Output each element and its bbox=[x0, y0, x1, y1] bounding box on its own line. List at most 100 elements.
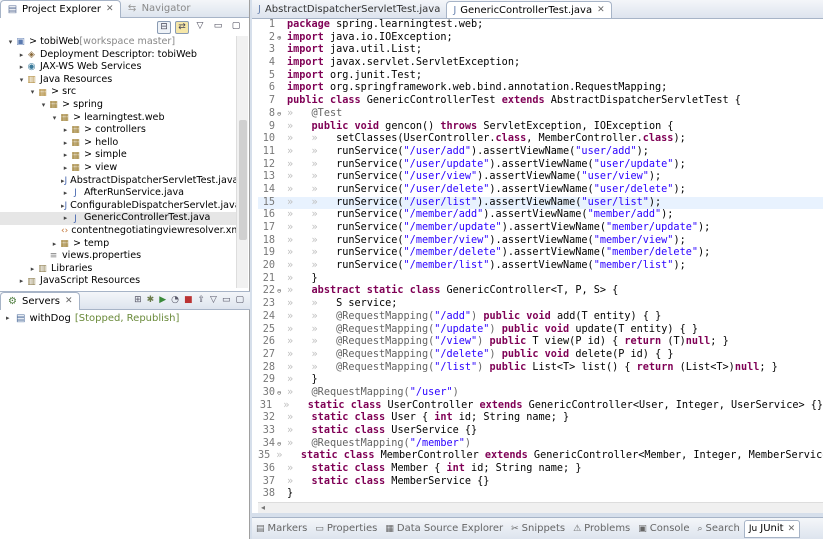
code-line[interactable]: 25 » » @RequestMapping("/update") public … bbox=[258, 324, 823, 337]
tree-item[interactable]: ▾ ▥ Java Resources bbox=[0, 74, 236, 87]
code-line[interactable]: 18 » » runService("/member/view").assertV… bbox=[258, 235, 823, 248]
tree-item[interactable]: ▸ J GenericControllerTest.java bbox=[0, 212, 236, 225]
collapse-arrow-icon[interactable]: ▾ bbox=[6, 36, 15, 49]
bottom-tab-search[interactable]: ⌕ Search bbox=[693, 523, 743, 534]
code-line[interactable]: 38} bbox=[258, 488, 823, 501]
code-line[interactable]: 11 » » runService("/user/add").assertView… bbox=[258, 146, 823, 159]
code-line[interactable]: 24 » » @RequestMapping("/add") public voi… bbox=[258, 311, 823, 324]
new-server-icon[interactable]: ⊞ bbox=[134, 295, 142, 305]
tree-item[interactable]: ▸ ▦ > controllers bbox=[0, 124, 236, 137]
code-line[interactable]: 14 » » runService("/user/delete").assertV… bbox=[258, 184, 823, 197]
tree-item[interactable]: ▸ J AbstractDispatcherServletTest.java bbox=[0, 175, 238, 188]
expand-arrow-icon[interactable]: ▸ bbox=[61, 149, 70, 162]
code-line[interactable]: 16 » » runService("/member/add").assertVi… bbox=[258, 209, 823, 222]
bottom-tab-data-source-explorer[interactable]: ▦ Data Source Explorer bbox=[381, 523, 507, 534]
tree-item[interactable]: ▸ ▥ JavaScript Resources bbox=[0, 275, 236, 288]
horizontal-scrollbar[interactable]: ◂ bbox=[258, 502, 823, 513]
scrollbar-thumb[interactable] bbox=[239, 120, 247, 240]
debug-icon[interactable]: ✱ bbox=[147, 295, 155, 305]
collapse-arrow-icon[interactable]: ▾ bbox=[17, 74, 26, 87]
code-line[interactable]: 33 » static class UserService {} bbox=[258, 425, 823, 438]
bottom-tab-markers[interactable]: ▤ Markers bbox=[252, 523, 311, 534]
collapse-arrow-icon[interactable]: ▾ bbox=[28, 86, 37, 99]
code-line[interactable]: 23 » » S service; bbox=[258, 298, 823, 311]
tree-item[interactable]: ▸ ◉ JAX-WS Web Services bbox=[0, 61, 236, 74]
code-line[interactable]: 12 » » runService("/user/update").assertV… bbox=[258, 159, 823, 172]
expand-arrow-icon[interactable]: ▸ bbox=[61, 137, 70, 150]
bottom-tab-problems[interactable]: ⚠ Problems bbox=[569, 523, 634, 534]
code-line[interactable]: 17 » » runService("/member/update").asser… bbox=[258, 222, 823, 235]
maximize-icon[interactable]: ▢ bbox=[235, 295, 244, 305]
tree-item[interactable]: ≡ views.properties bbox=[0, 250, 236, 263]
tree-item[interactable]: ▾ ▦ > spring bbox=[0, 99, 236, 112]
code-line[interactable]: 10 » » setClasses(UserController.class, M… bbox=[258, 133, 823, 146]
code-line[interactable]: 30 ⊖» @RequestMapping("/user") bbox=[258, 387, 823, 400]
minimize-icon[interactable]: ▭ bbox=[222, 295, 231, 305]
tree-scrollbar[interactable] bbox=[236, 36, 248, 288]
scroll-left-icon[interactable]: ◂ bbox=[261, 503, 265, 512]
expand-arrow-icon[interactable]: ▸ bbox=[50, 238, 59, 251]
code-line[interactable]: 5 import org.junit.Test; bbox=[258, 70, 823, 83]
code-line[interactable]: 32 » static class User { int id; String n… bbox=[258, 412, 823, 425]
publish-icon[interactable]: ⇪ bbox=[198, 295, 206, 305]
expand-arrow-icon[interactable]: ▸ bbox=[61, 187, 70, 200]
code-line[interactable]: 2 ⊕ import java.io.IOException; bbox=[258, 32, 823, 45]
tree-item[interactable]: ▾ ▦ > learningtest.web bbox=[0, 112, 236, 125]
close-icon[interactable]: ✕ bbox=[65, 296, 73, 306]
code-line[interactable]: 8 ⊖» @Test bbox=[258, 108, 823, 121]
bottom-tab-properties[interactable]: ▭ Properties bbox=[311, 523, 381, 534]
bottom-tab-junit[interactable]: Ju JUnit ✕ bbox=[743, 519, 801, 538]
tree-item[interactable]: ▸ ▥ Libraries bbox=[0, 263, 236, 276]
code-line[interactable]: 9 » public void gencon() throws ServletEx… bbox=[258, 121, 823, 134]
code-line[interactable]: 29 » } bbox=[258, 374, 823, 387]
expand-arrow-icon[interactable]: ▸ bbox=[61, 212, 70, 225]
code-editor[interactable]: 1 package spring.learningtest.web; 2 ⊕ impor… bbox=[258, 19, 823, 501]
close-icon[interactable]: ✕ bbox=[788, 524, 796, 534]
tree-item[interactable]: ▸ ▦ > simple bbox=[0, 149, 236, 162]
expand-arrow-icon[interactable]: ▸ bbox=[61, 162, 70, 175]
code-line[interactable]: 28 » » @RequestMapping("/list") public Li… bbox=[258, 362, 823, 375]
collapse-all-icon[interactable]: ⊟ bbox=[157, 20, 171, 34]
code-line[interactable]: 20 » » runService("/member/list").assertV… bbox=[258, 260, 823, 273]
code-line[interactable]: 15 » » runService("/user/list").assertVie… bbox=[258, 196, 823, 210]
code-line[interactable]: 27 » » @RequestMapping("/delete") public … bbox=[258, 349, 823, 362]
close-icon[interactable]: ✕ bbox=[597, 5, 605, 15]
bottom-tab-console[interactable]: ▣ Console bbox=[634, 523, 693, 534]
tree-item[interactable]: ▸ ◈ Deployment Descriptor: tobiWeb bbox=[0, 49, 236, 62]
tree-item[interactable]: ▾ ▣ > tobiWeb [workspace master] bbox=[0, 36, 236, 49]
tab-project-explorer[interactable]: ▤ Project Explorer ✕ bbox=[0, 0, 121, 18]
view-menu-icon[interactable]: ▽ bbox=[193, 21, 207, 34]
tree-item[interactable]: ▸ J ConfigurableDispatcherServlet.java bbox=[0, 200, 241, 213]
expand-arrow-icon[interactable]: ▸ bbox=[28, 263, 37, 276]
code-line[interactable]: 34 ⊖» @RequestMapping("/member") bbox=[258, 438, 823, 451]
expand-arrow-icon[interactable]: ▸ bbox=[61, 124, 70, 137]
code-line[interactable]: 35 » static class MemberController extend… bbox=[258, 450, 823, 463]
tab-servers[interactable]: ⚙ Servers ✕ bbox=[0, 291, 80, 310]
tab-navigator[interactable]: ⇆ Navigator bbox=[121, 0, 197, 18]
tree-item[interactable]: ▸ J AfterRunService.java bbox=[0, 187, 236, 200]
editor-tab-abstractdispatcher[interactable]: J AbstractDispatcherServletTest.java bbox=[252, 1, 446, 18]
code-line[interactable]: 3 import java.util.List; bbox=[258, 44, 823, 57]
expand-arrow-icon[interactable]: ▸ bbox=[17, 61, 26, 74]
expand-icon[interactable]: ▸ bbox=[6, 314, 16, 322]
editor-tab-genericcontrollertest[interactable]: J GenericControllerTest.java ✕ bbox=[446, 1, 612, 18]
code-line[interactable]: 31 » static class UserController extends … bbox=[258, 400, 823, 413]
code-line[interactable]: 6 import org.springframework.web.bind.ann… bbox=[258, 82, 823, 95]
code-line[interactable]: 21 » } bbox=[258, 273, 823, 286]
start-icon[interactable]: ▶ bbox=[159, 295, 166, 305]
collapse-arrow-icon[interactable]: ▾ bbox=[50, 112, 59, 125]
code-line[interactable]: 19 » » runService("/member/delete").asser… bbox=[258, 247, 823, 260]
profile-icon[interactable]: ◔ bbox=[171, 295, 179, 305]
code-line[interactable]: 13 » » runService("/user/view").assertVie… bbox=[258, 171, 823, 184]
tree-item[interactable]: ▸ ▦ > view bbox=[0, 162, 236, 175]
tree-item[interactable]: ▸ ▦ > temp bbox=[0, 238, 236, 251]
minimize-icon[interactable]: ▭ bbox=[211, 21, 225, 34]
link-editor-icon[interactable]: ⇄ bbox=[175, 20, 189, 34]
code-line[interactable]: 37 » static class MemberService {} bbox=[258, 476, 823, 489]
collapse-arrow-icon[interactable]: ▾ bbox=[39, 99, 48, 112]
expand-arrow-icon[interactable]: ▸ bbox=[17, 275, 26, 288]
close-icon[interactable]: ✕ bbox=[106, 4, 114, 14]
server-row[interactable]: ▸ ▤ withDog [Stopped, Republish] bbox=[0, 310, 250, 326]
tree-item[interactable]: ▾ ▦ > src bbox=[0, 86, 236, 99]
code-line[interactable]: 7 public class GenericControllerTest exte… bbox=[258, 95, 823, 108]
